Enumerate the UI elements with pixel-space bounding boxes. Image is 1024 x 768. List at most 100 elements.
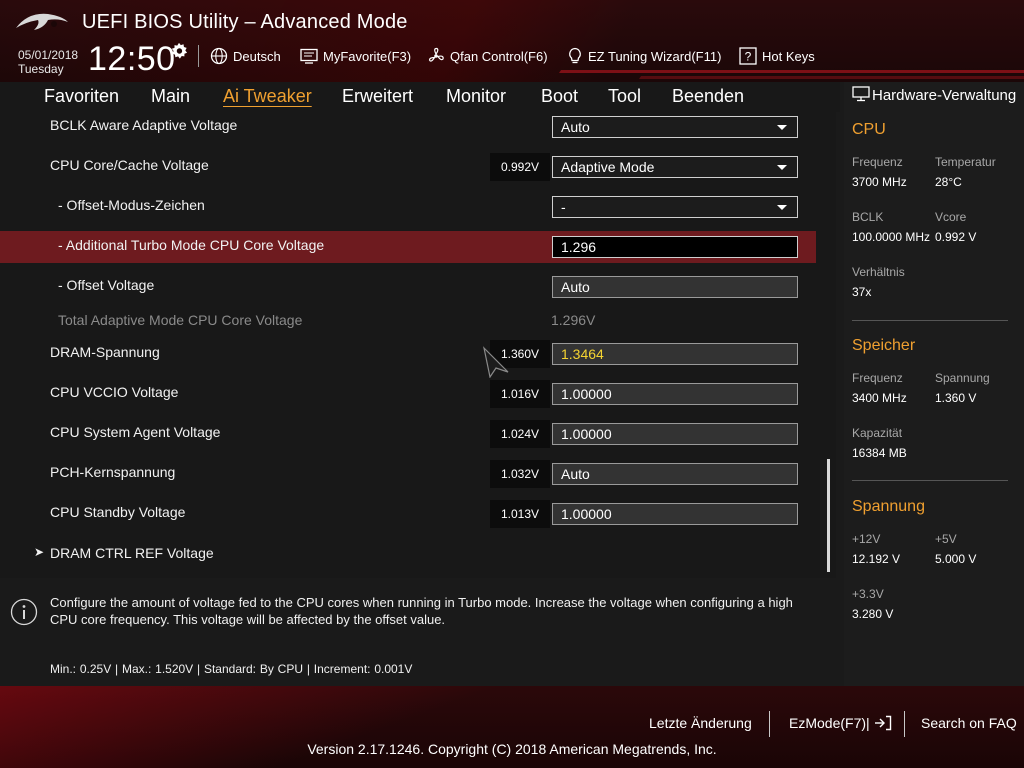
tab-favoriten[interactable]: Favoriten [44,86,119,107]
setting-label-cpu-system-agent-voltage[interactable]: CPU System Agent Voltage [50,424,220,440]
submenu-arrow-icon: ➤ [34,545,45,559]
memory-frequency-value: 3400 MHz [852,391,907,405]
cpu-system-agent-voltage-reading: 1.024V [490,420,550,448]
memory-capacity-value: 16384 MB [852,446,907,460]
myfavorite-label: MyFavorite(F3) [323,48,412,64]
footer-separator [769,711,770,737]
memory-frequency-label: Frequenz [852,371,903,385]
cpu-standby-voltage-input[interactable]: 1.00000 [552,503,798,525]
language-button[interactable]: Deutsch [210,46,281,66]
tab-main[interactable]: Main [151,86,190,107]
memory-voltage-label: Spannung [935,371,990,385]
section-divider [852,480,1008,481]
search-faq-button[interactable]: Search on FAQ [921,715,1017,731]
cpu-vccio-voltage-reading: 1.016V [490,380,550,408]
memory-voltage-value: 1.360 V [935,391,977,405]
ez-tuning-wizard-label: EZ Tuning Wizard(F11) [588,48,722,64]
setting-label-dram-spannung[interactable]: DRAM-Spannung [50,344,160,360]
dropdown-caret-icon [777,165,787,170]
gear-icon[interactable] [170,42,188,60]
setting-label-cpu-standby-voltage[interactable]: CPU Standby Voltage [50,504,185,520]
tab-ai-tweaker[interactable]: Ai Tweaker [223,86,312,107]
clock-display[interactable]: 12:50 [88,40,176,79]
pch-kernspannung-input[interactable]: Auto [552,463,798,485]
total-adaptive-mode-cpu-core-voltage-value: 1.296V [551,312,596,328]
app-title: UEFI BIOS Utility – Advanced Mode [82,11,408,33]
additional-turbo-mode-cpu-core-voltage-input[interactable]: 1.296 [552,236,798,258]
ratio-label: Verhältnis [852,265,905,279]
info-icon [10,598,38,626]
footer-separator [904,711,905,737]
bclk-label: BCLK [852,210,884,224]
dropdown-caret-icon [777,205,787,210]
globe-icon [210,47,228,65]
tab-beenden[interactable]: Beenden [672,86,744,107]
svg-text:?: ? [745,50,752,64]
bclk-aware-adaptive-voltage-select[interactable]: Auto [552,116,798,138]
language-label: Deutsch [233,48,281,64]
settings-panel: BCLK Aware Adaptive Voltage Auto CPU Cor… [0,112,836,578]
ezmode-label: EzMode(F7)| [789,715,870,731]
v5-value: 5.000 V [935,552,977,566]
bclk-value: 100.0000 MHz [852,230,931,244]
setting-label-cpu-vccio-voltage[interactable]: CPU VCCIO Voltage [50,384,178,400]
cpu-core-cache-voltage-select[interactable]: Adaptive Mode [552,156,798,178]
favorite-screen-icon [300,48,318,64]
v12-label: +12V [852,532,881,546]
menu-bar: Favoriten Main Ai Tweaker Erweitert Moni… [0,82,840,112]
v33-label: +3.3V [852,587,884,601]
header-separator [198,45,199,67]
mouse-cursor-icon [483,346,509,378]
tab-erweitert[interactable]: Erweitert [342,86,413,107]
vcore-value: 0.992 V [935,230,977,244]
setting-label-offset-modus-zeichen[interactable]: - Offset-Modus-Zeichen [58,197,205,213]
ratio-value: 37x [852,285,872,299]
qfan-control-label: Qfan Control(F6) [450,48,548,64]
dram-spannung-input[interactable]: 1.3464 [552,343,798,365]
v12-value: 12.192 V [852,552,901,566]
cpu-frequency-value: 3700 MHz [852,175,907,189]
qfan-control-button[interactable]: Qfan Control(F6) [427,46,548,66]
cpu-standby-voltage-reading: 1.013V [490,500,550,528]
exit-arrow-icon [874,715,891,731]
search-faq-label: Search on FAQ [921,715,1017,731]
setting-label-cpu-core-cache-voltage[interactable]: CPU Core/Cache Voltage [50,157,209,173]
vcore-label: Vcore [935,210,967,224]
tab-tool[interactable]: Tool [608,86,641,107]
setting-label-pch-kernspannung[interactable]: PCH-Kernspannung [50,464,175,480]
section-divider [852,320,1008,321]
submenu-dram-ctrl-ref-voltage[interactable]: DRAM CTRL REF Voltage [50,545,214,561]
value-range-info: Min.: 0.25V | Max.: 1.520V | Standard: B… [50,662,413,676]
hardware-monitor-title: Hardware-Verwaltung [872,87,1017,104]
offset-voltage-input[interactable]: Auto [552,276,798,298]
cpu-core-cache-voltage-reading: 0.992V [490,153,550,181]
help-description: Configure the amount of voltage fed to t… [50,595,793,627]
offset-modus-zeichen-select[interactable]: - [552,196,798,218]
v5-label: +5V [935,532,957,546]
ez-tuning-wizard-button[interactable]: EZ Tuning Wizard(F11) [567,46,721,66]
hot-keys-button[interactable]: ? Hot Keys [739,46,815,66]
hot-keys-label: Hot Keys [762,48,815,64]
bclk-aware-adaptive-voltage-value: Auto [561,119,590,135]
ezmode-button[interactable]: EzMode(F7)| [789,715,892,731]
cpu-section-title: CPU [852,121,886,138]
lightbulb-icon [569,47,581,64]
cpu-core-cache-voltage-value: Adaptive Mode [561,159,655,175]
setting-label-additional-turbo-mode-cpu-core-voltage[interactable]: - Additional Turbo Mode CPU Core Voltage [58,237,324,253]
setting-label-bclk-aware-adaptive-voltage[interactable]: BCLK Aware Adaptive Voltage [50,117,237,133]
cpu-vccio-voltage-input[interactable]: 1.00000 [552,383,798,405]
myfavorite-button[interactable]: MyFavorite(F3) [300,46,411,66]
tab-boot[interactable]: Boot [541,86,578,107]
cpu-system-agent-voltage-input[interactable]: 1.00000 [552,423,798,445]
setting-label-offset-voltage[interactable]: - Offset Voltage [58,277,154,293]
question-box-icon: ? [739,47,757,65]
tab-monitor[interactable]: Monitor [446,86,506,107]
last-change-button[interactable]: Letzte Änderung [649,715,752,731]
cpu-frequency-label: Frequenz [852,155,903,169]
cpu-temperature-label: Temperatur [935,155,996,169]
last-change-label: Letzte Änderung [649,715,752,731]
settings-scrollbar[interactable] [827,459,830,572]
pch-kernspannung-reading: 1.032V [490,460,550,488]
voltage-section-title: Spannung [852,498,925,515]
memory-capacity-label: Kapazität [852,426,903,440]
